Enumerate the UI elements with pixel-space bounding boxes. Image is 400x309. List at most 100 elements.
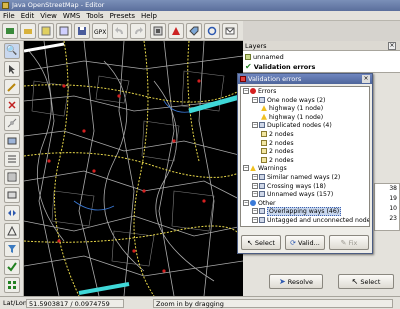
tree-item-label: highway (1 node) xyxy=(269,105,324,113)
menu-wms[interactable]: WMS xyxy=(60,11,83,21)
dialog-close-icon[interactable]: × xyxy=(362,75,370,83)
map-drawing xyxy=(24,41,243,296)
save-icon[interactable] xyxy=(74,23,90,39)
layer-item-unnamed[interactable]: unnamed xyxy=(245,53,284,61)
draw-icon[interactable] xyxy=(4,79,20,95)
expand-toggle-icon[interactable]: − xyxy=(243,165,249,172)
list-icon[interactable] xyxy=(4,151,20,167)
menu-help[interactable]: Help xyxy=(138,11,160,21)
expand-toggle-icon[interactable]: − xyxy=(252,182,258,189)
tree-item[interactable]: 2 nodes xyxy=(261,131,294,139)
menu-presets[interactable]: Presets xyxy=(107,11,138,21)
layer-list: unnamed ✔ Validation errors xyxy=(243,51,400,73)
fix-button[interactable]: ✎ Fix xyxy=(329,235,369,250)
relations-icon[interactable] xyxy=(4,223,20,239)
undo-icon[interactable] xyxy=(112,23,128,39)
value-cell: 38 xyxy=(389,185,397,192)
tree-item[interactable]: 2 nodes xyxy=(261,139,294,148)
select-button-right[interactable]: ↖ Select xyxy=(338,274,394,289)
select-button[interactable]: ↖ Select xyxy=(241,235,281,250)
validation-tree: − Errors − One node ways (2) highway (1 node… xyxy=(240,86,370,227)
tree-item-label: 2 nodes xyxy=(269,131,294,138)
data-layer-icon xyxy=(245,54,251,60)
latlon-label: Lat/Lon xyxy=(3,299,27,307)
expand-toggle-icon[interactable]: − xyxy=(252,217,258,223)
tree-item[interactable]: − Crossing ways (18) xyxy=(252,182,326,191)
conflict-icon[interactable] xyxy=(4,205,20,221)
grid-icon[interactable] xyxy=(4,277,20,293)
expand-toggle-icon[interactable]: − xyxy=(252,96,258,103)
tree-item[interactable]: − Errors xyxy=(243,88,276,96)
filter-icon[interactable] xyxy=(4,241,20,257)
tree-item-label: Untagged and unconnected nodes (123) xyxy=(267,217,369,224)
tree-item[interactable]: 2 nodes xyxy=(261,148,294,156)
expand-toggle-icon[interactable]: − xyxy=(252,191,258,198)
extrude-icon[interactable] xyxy=(4,115,20,131)
tree-item[interactable]: − Unnamed ways (157) xyxy=(252,191,333,199)
select-mode-icon[interactable] xyxy=(4,61,20,77)
values-column: 38 19 10 23 xyxy=(374,183,400,231)
map-canvas[interactable] xyxy=(24,41,243,296)
expand-toggle-icon[interactable]: − xyxy=(252,208,258,215)
open-icon[interactable] xyxy=(20,23,36,39)
expand-toggle-icon[interactable]: − xyxy=(243,199,249,206)
menu-edit[interactable]: Edit xyxy=(18,11,38,21)
tree-item-label: Errors xyxy=(258,88,277,95)
tree-item[interactable]: − Similar named ways (2) xyxy=(252,174,340,182)
refresh-icon[interactable] xyxy=(204,23,220,39)
status-hint: Zoom in by dragging xyxy=(153,299,393,308)
close-panel-icon[interactable]: × xyxy=(388,42,396,50)
menu-view[interactable]: View xyxy=(37,11,60,21)
expand-toggle-icon[interactable]: − xyxy=(252,174,258,180)
delete-icon[interactable] xyxy=(4,97,20,113)
expand-toggle-icon[interactable]: − xyxy=(243,88,249,94)
select-cursor-icon: ↖ xyxy=(247,238,253,247)
arrow-icon: ➤ xyxy=(279,277,286,286)
highlighted-way xyxy=(188,93,243,114)
validate-button[interactable]: ⟳ Valid... xyxy=(285,235,325,250)
value-cell: 19 xyxy=(389,195,397,202)
tree-item[interactable]: − Duplicated nodes (4) xyxy=(252,122,332,130)
tree-item[interactable]: highway (1 node) xyxy=(261,105,323,113)
new-icon[interactable] xyxy=(2,23,18,39)
folder-icon xyxy=(259,208,265,215)
tree-item[interactable]: − Overlapping ways (46) xyxy=(252,207,342,217)
download-icon[interactable] xyxy=(38,23,54,39)
layer-icon[interactable] xyxy=(4,133,20,149)
properties-icon[interactable] xyxy=(4,169,20,185)
history-icon[interactable] xyxy=(4,187,20,203)
export-gpx-icon[interactable]: GPX xyxy=(92,23,108,39)
tag-icon[interactable] xyxy=(186,23,202,39)
upload-icon[interactable] xyxy=(56,23,72,39)
status-bar: Lat/Lon 51.5903817 / 0.0974759 Zoom in b… xyxy=(0,296,400,309)
expand-toggle-icon[interactable]: − xyxy=(252,122,258,129)
redo-icon[interactable] xyxy=(130,23,146,39)
window-title: Java OpenStreetMap - Editor xyxy=(12,1,105,9)
layer-item-validation[interactable]: ✔ Validation errors xyxy=(245,63,315,72)
preferences-icon[interactable] xyxy=(150,23,166,39)
menu-tools[interactable]: Tools xyxy=(83,11,106,21)
menu-file[interactable]: File xyxy=(0,11,18,21)
zoom-icon[interactable]: 🔍 xyxy=(4,43,20,59)
info-icon xyxy=(250,199,256,206)
mail-icon[interactable] xyxy=(222,23,238,39)
resolve-button[interactable]: ➤ Resolve xyxy=(269,274,323,289)
tree-item-label: Other xyxy=(258,199,276,207)
tree-item[interactable]: highway (1 node) xyxy=(261,113,323,122)
tree-item[interactable]: − Untagged and unconnected nodes (123) xyxy=(252,217,369,225)
folder-icon xyxy=(259,182,265,189)
folder-icon xyxy=(259,174,265,180)
error-icon xyxy=(250,88,256,94)
tree-item[interactable]: 2 nodes xyxy=(261,156,294,165)
select-cursor-icon: ↖ xyxy=(351,277,359,286)
check-icon[interactable] xyxy=(4,259,20,275)
tree-item[interactable]: − One node ways (2) xyxy=(252,96,325,105)
warning-icon xyxy=(261,105,267,112)
validation-icon[interactable] xyxy=(168,23,184,39)
node-icon xyxy=(261,148,267,155)
node-icon xyxy=(261,139,267,146)
folder-icon xyxy=(259,96,265,103)
tree-item[interactable]: − Warnings xyxy=(243,165,287,173)
tree-item-label: Unnamed ways (157) xyxy=(267,191,334,199)
tree-item-label: 2 nodes xyxy=(269,148,294,156)
